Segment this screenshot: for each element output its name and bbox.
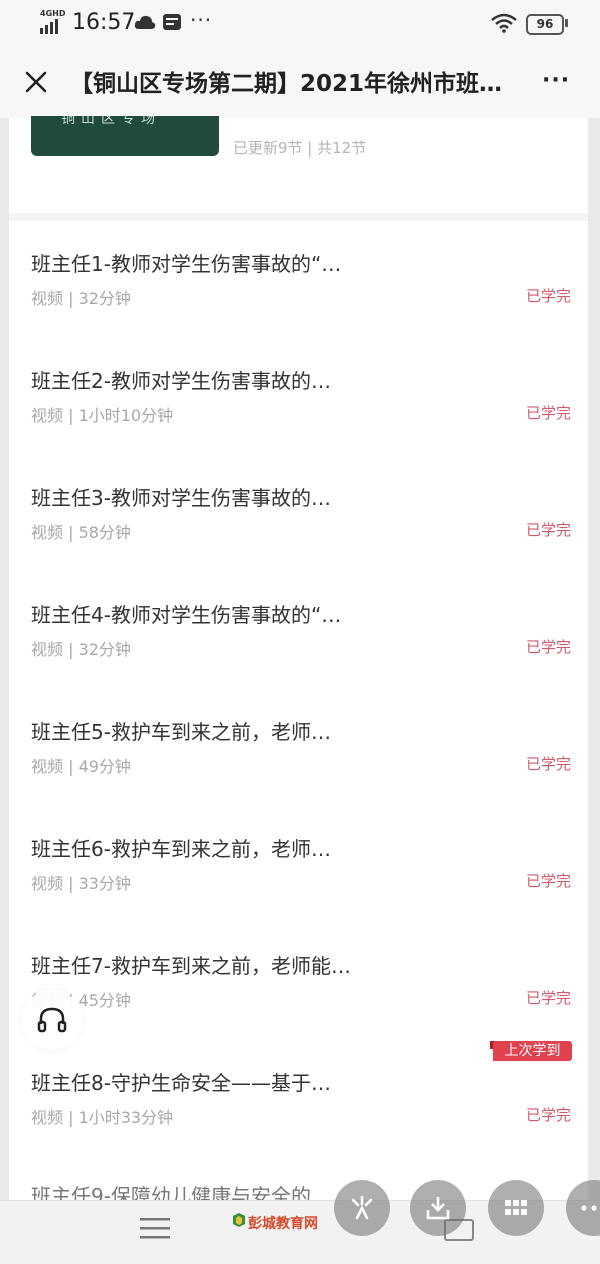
lesson-item[interactable]: 班主任1-教师对学生伤害事故的“… 视频 | 32分钟 已学完 <box>9 248 588 365</box>
lesson-meta: 视频 | 1小时10分钟 <box>31 406 174 425</box>
left-background <box>0 118 9 1263</box>
lesson-meta: 视频 | 58分钟 <box>31 523 131 542</box>
lesson-status: 已学完 <box>526 872 572 890</box>
more-menu-button[interactable]: ··· <box>542 68 570 93</box>
battery-indicator: 96 <box>526 14 564 35</box>
page-title: 【铜山区专场第二期】2021年徐州市班… <box>70 71 503 97</box>
sparkle-button[interactable] <box>334 1180 390 1236</box>
lesson-item[interactable]: 班主任2-教师对学生伤害事故的… 视频 | 1小时10分钟 已学完 <box>9 365 588 482</box>
lesson-title: 班主任3-教师对学生伤害事故的… <box>31 486 331 510</box>
right-background <box>588 118 600 1263</box>
lesson-item[interactable]: 班主任8-守护生命安全——基于… 视频 | 1小时33分钟 已学完 <box>9 1067 588 1184</box>
lesson-title: 班主任8-守护生命安全——基于… <box>31 1071 331 1095</box>
course-header: 铜山区专场 已更新9节 | 共12节 <box>9 116 588 213</box>
cloud-icon <box>134 15 156 29</box>
lesson-meta: 视频 | 32分钟 <box>31 640 131 659</box>
lesson-status: 已学完 <box>526 1106 572 1124</box>
grid-icon <box>505 1200 527 1215</box>
status-bar: 4GHD 16:57 ··· 96 <box>0 0 600 46</box>
lesson-title: 班主任7-救护车到来之前，老师能… <box>31 954 351 978</box>
sparkle-icon <box>351 1195 373 1220</box>
lesson-item[interactable]: 班主任4-教师对学生伤害事故的“… 视频 | 32分钟 已学完 <box>9 599 588 716</box>
audio-play-button[interactable] <box>22 990 82 1050</box>
lesson-status: 已学完 <box>526 989 572 1007</box>
lesson-status: 已学完 <box>526 287 572 305</box>
download-icon <box>426 1197 450 1220</box>
lesson-meta: 视频 | 49分钟 <box>31 757 131 776</box>
lesson-title: 班主任6-救护车到来之前，老师… <box>31 837 331 861</box>
signal-icon <box>40 19 58 34</box>
lesson-title: 班主任2-教师对学生伤害事故的… <box>31 369 331 393</box>
watermark-text: 彭城教育网 <box>248 1216 318 1232</box>
lesson-item[interactable]: 班主任5-救护车到来之前，老师… 视频 | 49分钟 已学完 <box>9 716 588 833</box>
lesson-status: 已学完 <box>526 521 572 539</box>
battery-tip <box>565 19 568 27</box>
cover-text: 铜山区专场 <box>61 116 161 127</box>
lesson-status: 已学完 <box>526 638 572 656</box>
lesson-title: 班主任4-教师对学生伤害事故的“… <box>31 603 342 627</box>
course-cover-image[interactable]: 铜山区专场 <box>31 116 219 156</box>
lesson-meta: 视频 | 33分钟 <box>31 874 131 893</box>
wifi-icon <box>491 13 517 33</box>
nav-bar: 【铜山区专场第二期】2021年徐州市班… ··· <box>0 46 600 118</box>
menu-icon[interactable] <box>140 1217 170 1239</box>
download-button[interactable] <box>410 1180 466 1236</box>
ellipsis-icon <box>581 1205 597 1211</box>
lesson-meta: 视频 | 32分钟 <box>31 289 131 308</box>
watermark-logo-icon <box>233 1213 245 1227</box>
course-progress-meta: 已更新9节 | 共12节 <box>233 139 367 157</box>
lesson-meta: 视频 | 1小时33分钟 <box>31 1108 174 1127</box>
headphones-icon <box>37 1007 67 1033</box>
lesson-title: 班主任5-救护车到来之前，老师… <box>31 720 331 744</box>
divider <box>9 213 588 221</box>
last-studied-badge: 上次学到 <box>493 1041 572 1061</box>
grid-button[interactable] <box>488 1180 544 1236</box>
lesson-status: 已学完 <box>526 755 572 773</box>
clock: 16:57 <box>72 10 136 35</box>
lesson-item[interactable]: 班主任3-教师对学生伤害事故的… 视频 | 58分钟 已学完 <box>9 482 588 599</box>
close-icon[interactable] <box>24 70 48 94</box>
notification-dots: ··· <box>190 8 213 32</box>
lesson-status: 已学完 <box>526 404 572 422</box>
message-icon <box>163 14 181 30</box>
lesson-item[interactable]: 班主任6-救护车到来之前，老师… 视频 | 33分钟 已学完 <box>9 833 588 950</box>
lesson-title: 班主任1-教师对学生伤害事故的“… <box>31 252 342 276</box>
